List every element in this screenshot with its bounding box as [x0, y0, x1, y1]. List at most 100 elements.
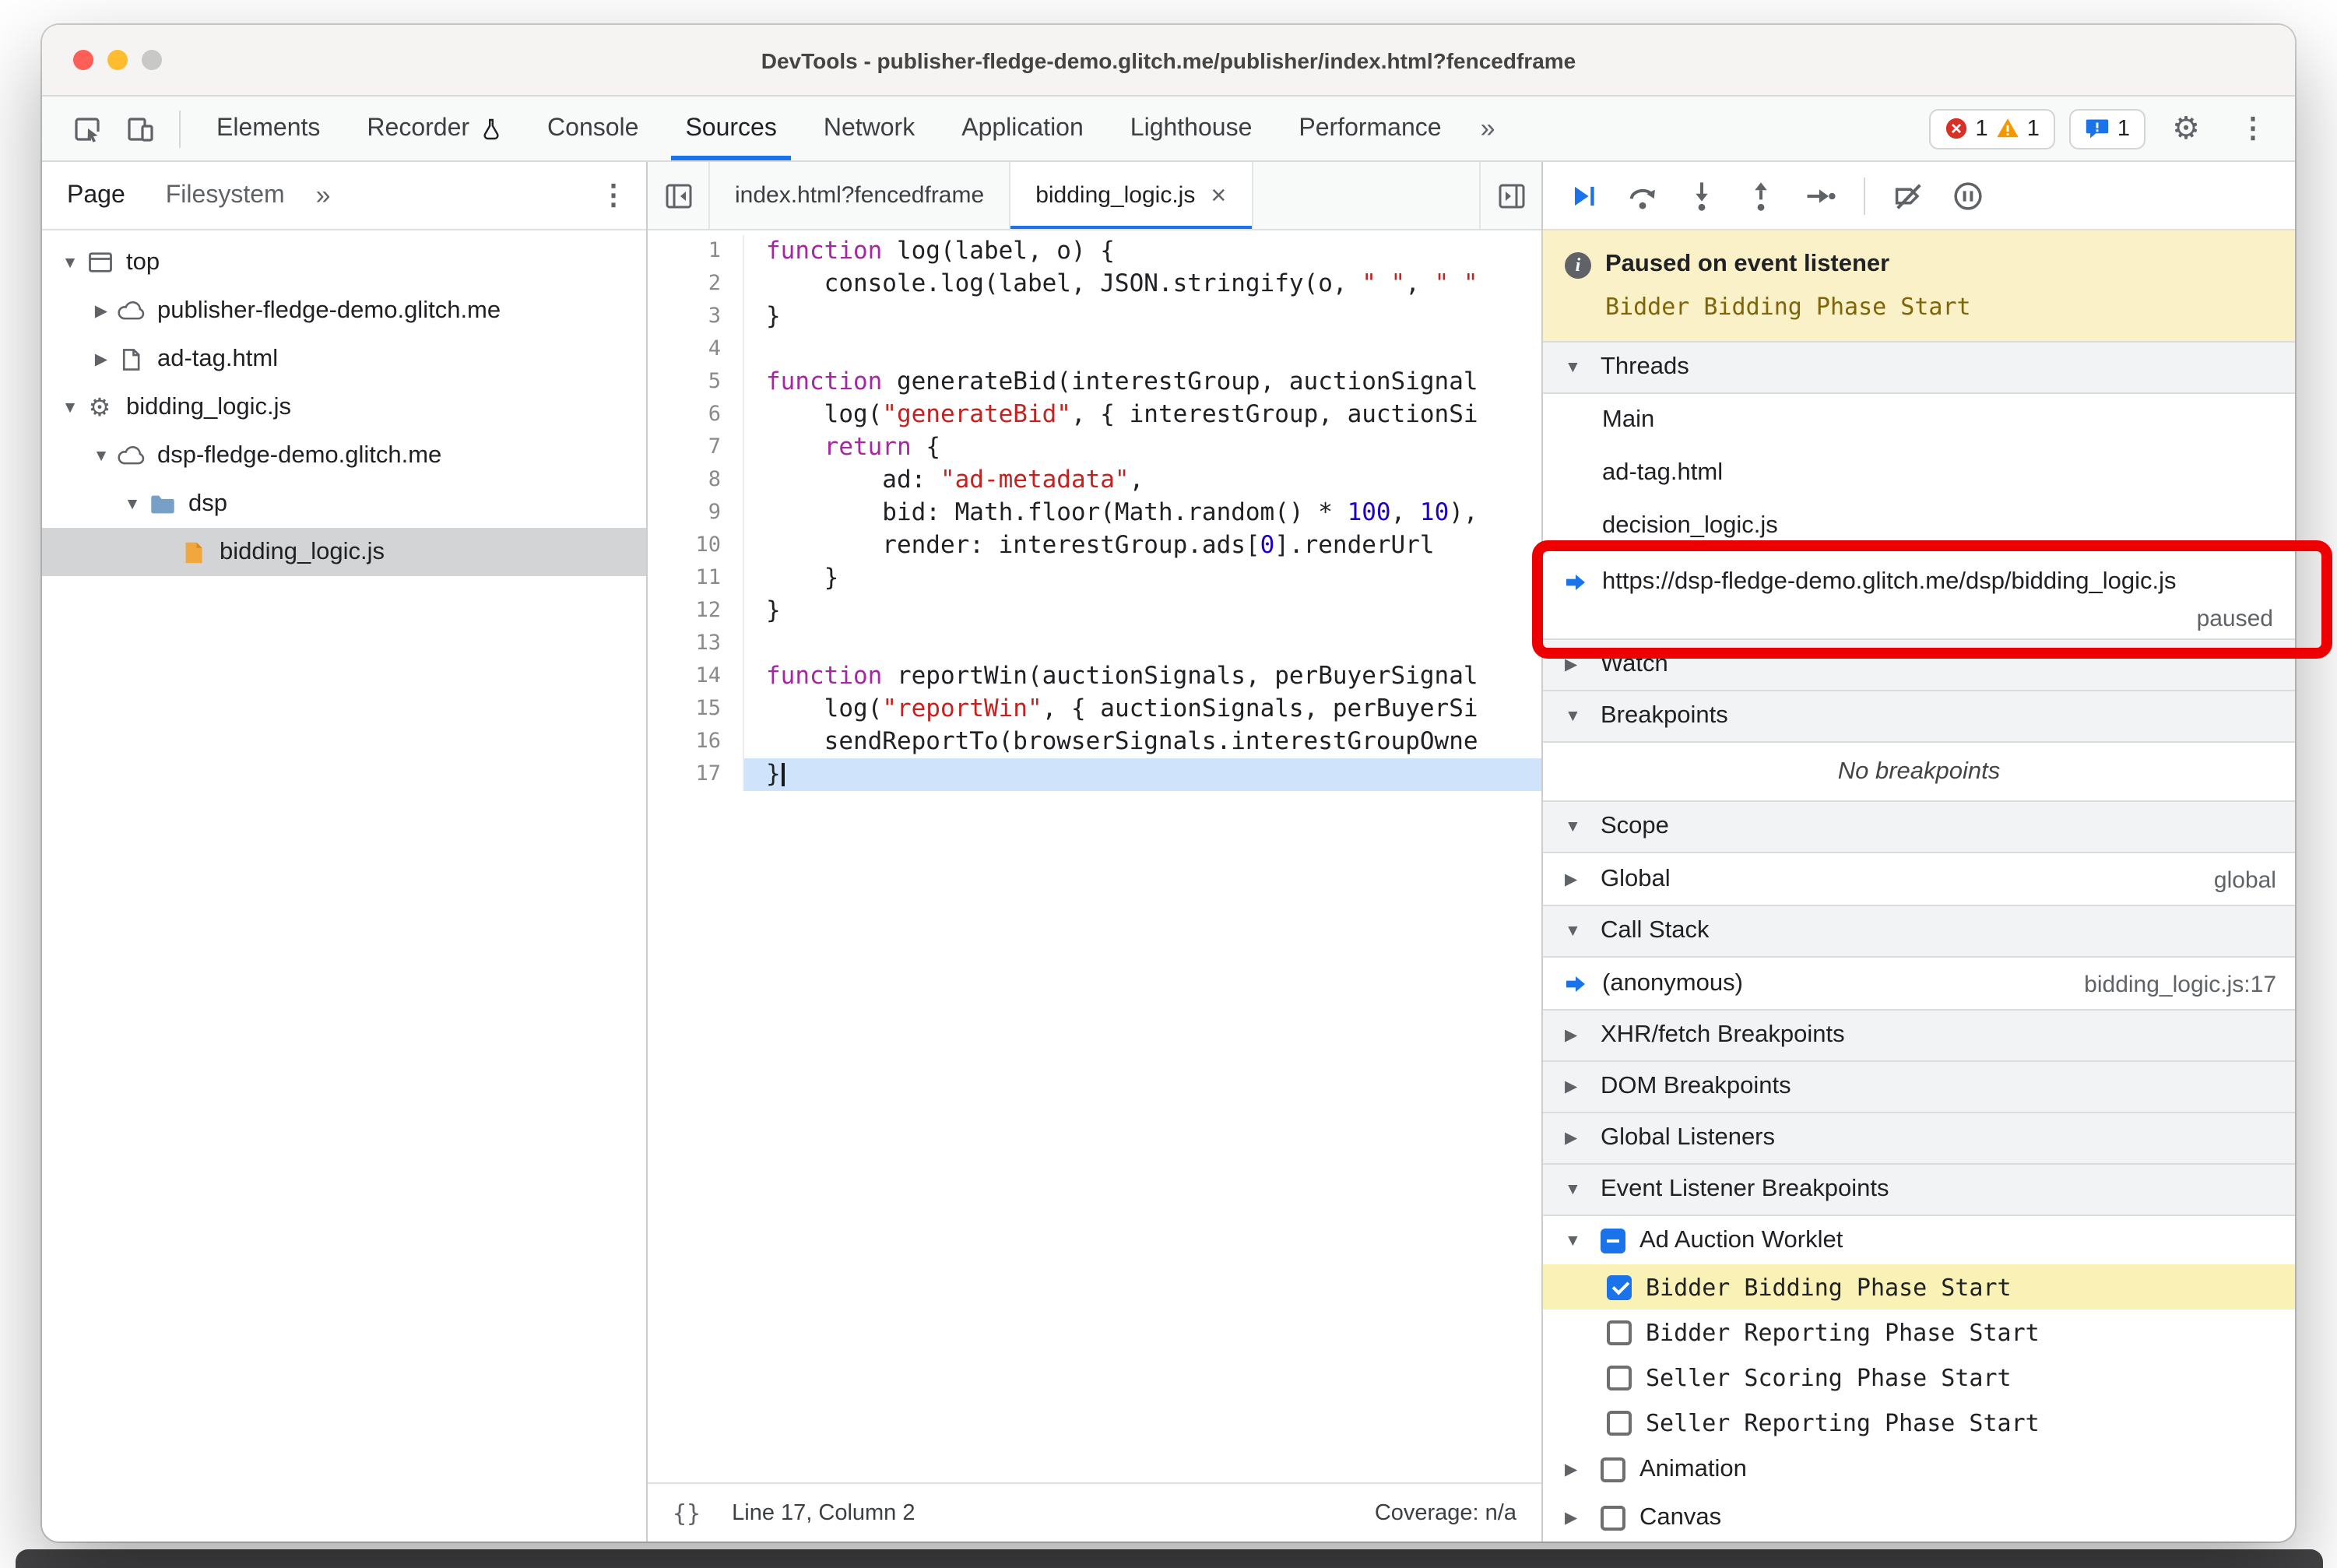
- line-number[interactable]: 7: [648, 431, 744, 464]
- disclosure-triangle[interactable]: ▼: [58, 398, 83, 417]
- code-line-1[interactable]: 1 function log(label, o) {: [648, 235, 1541, 268]
- code-line-11[interactable]: 11 }: [648, 562, 1541, 595]
- section-watch[interactable]: ▶ Watch: [1543, 638, 2295, 691]
- tab-performance[interactable]: Performance: [1275, 97, 1464, 160]
- resume-button[interactable]: [1555, 169, 1611, 222]
- panel-right-button[interactable]: [1479, 162, 1541, 229]
- disclosure-triangle[interactable]: ▶: [1565, 870, 1588, 889]
- section-scope[interactable]: ▼ Scope: [1543, 800, 2295, 853]
- inspect-element-button[interactable]: [61, 102, 114, 155]
- disclosure-triangle[interactable]: ▶: [1565, 1508, 1588, 1527]
- pretty-print-button[interactable]: {}: [673, 1499, 701, 1527]
- section-dom-breakpoints[interactable]: ▶ DOM Breakpoints: [1543, 1060, 2295, 1113]
- disclosure-triangle[interactable]: ▼: [89, 446, 114, 465]
- tab-sources[interactable]: Sources: [662, 97, 800, 160]
- thread-decision-logic-js[interactable]: decision_logic.js: [1543, 500, 2295, 553]
- step-into-button[interactable]: [1674, 169, 1730, 222]
- tree-item-dsp[interactable]: ▼ dsp: [42, 480, 646, 528]
- line-number[interactable]: 3: [648, 301, 744, 333]
- tree-item-bidding-logic-js[interactable]: bidding_logic.js: [42, 528, 646, 576]
- tree-item-top[interactable]: ▼ top: [42, 238, 646, 287]
- line-number[interactable]: 9: [648, 497, 744, 529]
- code-line-10[interactable]: 10 render: interestGroup.ads[0].renderUr…: [648, 529, 1541, 562]
- thread-https-dsp-fledge-demo-glitch-me-dsp-bidding-logic-js[interactable]: https://dsp-fledge-demo.glitch.me/dsp/bi…: [1543, 553, 2295, 640]
- line-number[interactable]: 17: [648, 758, 744, 791]
- thread-main[interactable]: Main: [1543, 394, 2295, 447]
- tree-item-ad-tag-html[interactable]: ▶ ad-tag.html: [42, 335, 646, 383]
- tab-lighthouse[interactable]: Lighthouse: [1107, 97, 1276, 160]
- tab-console[interactable]: Console: [524, 97, 662, 160]
- deactivate-breakpoints-button[interactable]: [1881, 169, 1937, 222]
- code-editor[interactable]: 1 function log(label, o) {2 console.log(l…: [648, 230, 1541, 1482]
- code-line-2[interactable]: 2 console.log(label, JSON.stringify(o, "…: [648, 268, 1541, 301]
- tree-item-bidding-logic-js[interactable]: ▼ ⚙ bidding_logic.js: [42, 383, 646, 431]
- line-number[interactable]: 13: [648, 628, 744, 660]
- disclosure-triangle[interactable]: ▶: [89, 350, 114, 368]
- code-line-12[interactable]: 12}: [648, 595, 1541, 628]
- disclosure-triangle[interactable]: ▼: [58, 253, 83, 272]
- editor-tab-bidding-logic-js[interactable]: bidding_logic.js ×: [1009, 162, 1253, 229]
- tab-application[interactable]: Application: [938, 97, 1107, 160]
- elb-group-canvas[interactable]: ▶ Canvas: [1543, 1493, 2295, 1542]
- elb-item-seller-reporting-phase-start[interactable]: Seller Reporting Phase Start: [1543, 1400, 2295, 1445]
- section-event-listener-breakpoints[interactable]: ▼ Event Listener Breakpoints: [1543, 1163, 2295, 1216]
- checkbox-unchecked[interactable]: [1601, 1505, 1625, 1530]
- more-navigator-tabs-button[interactable]: »: [316, 180, 331, 211]
- tree-item-dsp-fledge-demo-glitch-me[interactable]: ▼ dsp-fledge-demo.glitch.me: [42, 431, 646, 480]
- console-summary-button[interactable]: 1 1: [1928, 108, 2055, 149]
- disclosure-triangle[interactable]: ▼: [1565, 1231, 1588, 1250]
- checkbox-checked[interactable]: [1607, 1274, 1632, 1299]
- code-line-14[interactable]: 14 function reportWin(auctionSignals, per…: [648, 660, 1541, 693]
- step-button[interactable]: [1792, 169, 1848, 222]
- device-toolbar-button[interactable]: [114, 102, 167, 155]
- line-number[interactable]: 2: [648, 268, 744, 301]
- section-xhr-breakpoints[interactable]: ▶ XHR/fetch Breakpoints: [1543, 1009, 2295, 1062]
- code-line-8[interactable]: 8 ad: "ad-metadata",: [648, 464, 1541, 497]
- more-panels-button[interactable]: »: [1465, 113, 1511, 144]
- code-line-5[interactable]: 5 function generateBid(interestGroup, auc…: [648, 366, 1541, 399]
- line-number[interactable]: 8: [648, 464, 744, 497]
- section-breakpoints[interactable]: ▼ Breakpoints: [1543, 690, 2295, 743]
- disclosure-triangle[interactable]: ▶: [89, 301, 114, 320]
- section-threads[interactable]: ▼ Threads: [1543, 341, 2295, 394]
- line-number[interactable]: 1: [648, 235, 744, 268]
- tree-item-publisher-fledge-demo-glitch-me[interactable]: ▶ publisher-fledge-demo.glitch.me: [42, 287, 646, 335]
- step-over-button[interactable]: [1615, 169, 1671, 222]
- code-line-17[interactable]: 17}: [648, 758, 1541, 791]
- tab-network[interactable]: Network: [800, 97, 938, 160]
- disclosure-triangle[interactable]: ▼: [120, 494, 145, 513]
- settings-button[interactable]: ⚙: [2160, 102, 2212, 155]
- window-titlebar[interactable]: DevTools - publisher-fledge-demo.glitch.…: [42, 25, 2295, 97]
- step-out-button[interactable]: [1733, 169, 1789, 222]
- toggle-navigator-button[interactable]: [648, 162, 710, 229]
- navigator-menu-button[interactable]: ⋮: [599, 179, 627, 212]
- code-line-15[interactable]: 15 log("reportWin", { auctionSignals, pe…: [648, 693, 1541, 726]
- code-line-6[interactable]: 6 log("generateBid", { interestGroup, au…: [648, 399, 1541, 431]
- elb-item-bidder-bidding-phase-start[interactable]: Bidder Bidding Phase Start: [1543, 1264, 2295, 1310]
- editor-tab-index-html-fencedframe[interactable]: index.html?fencedframe: [710, 162, 1009, 229]
- issues-summary-button[interactable]: 1: [2068, 108, 2145, 149]
- code-line-7[interactable]: 7 return {: [648, 431, 1541, 464]
- call-stack-frame[interactable]: (anonymous) bidding_logic.js:17: [1543, 958, 2295, 1011]
- pause-on-exceptions-button[interactable]: [1940, 169, 1996, 222]
- checkbox-unchecked[interactable]: [1607, 1320, 1632, 1345]
- thread-ad-tag-html[interactable]: ad-tag.html: [1543, 447, 2295, 500]
- line-number[interactable]: 14: [648, 660, 744, 693]
- line-number[interactable]: 12: [648, 595, 744, 628]
- more-options-button[interactable]: ⋮: [2226, 102, 2279, 155]
- disclosure-triangle[interactable]: ▶: [1565, 1460, 1588, 1478]
- elb-group-ad-auction-worklet[interactable]: ▼ Ad Auction Worklet: [1543, 1216, 2295, 1264]
- code-line-4[interactable]: 4: [648, 333, 1541, 366]
- line-number[interactable]: 10: [648, 529, 744, 562]
- tab-page[interactable]: Page: [67, 181, 125, 209]
- line-number[interactable]: 5: [648, 366, 744, 399]
- tab-filesystem[interactable]: Filesystem: [166, 181, 285, 209]
- elb-item-bidder-reporting-phase-start[interactable]: Bidder Reporting Phase Start: [1543, 1310, 2295, 1355]
- checkbox-unchecked[interactable]: [1607, 1365, 1632, 1390]
- line-number[interactable]: 16: [648, 726, 744, 758]
- elb-group-animation[interactable]: ▶ Animation: [1543, 1445, 2295, 1493]
- checkbox-unchecked[interactable]: [1607, 1410, 1632, 1435]
- tab-recorder[interactable]: Recorder: [343, 97, 524, 160]
- section-call-stack[interactable]: ▼ Call Stack: [1543, 905, 2295, 958]
- scope-global[interactable]: ▶ Global global: [1543, 853, 2295, 906]
